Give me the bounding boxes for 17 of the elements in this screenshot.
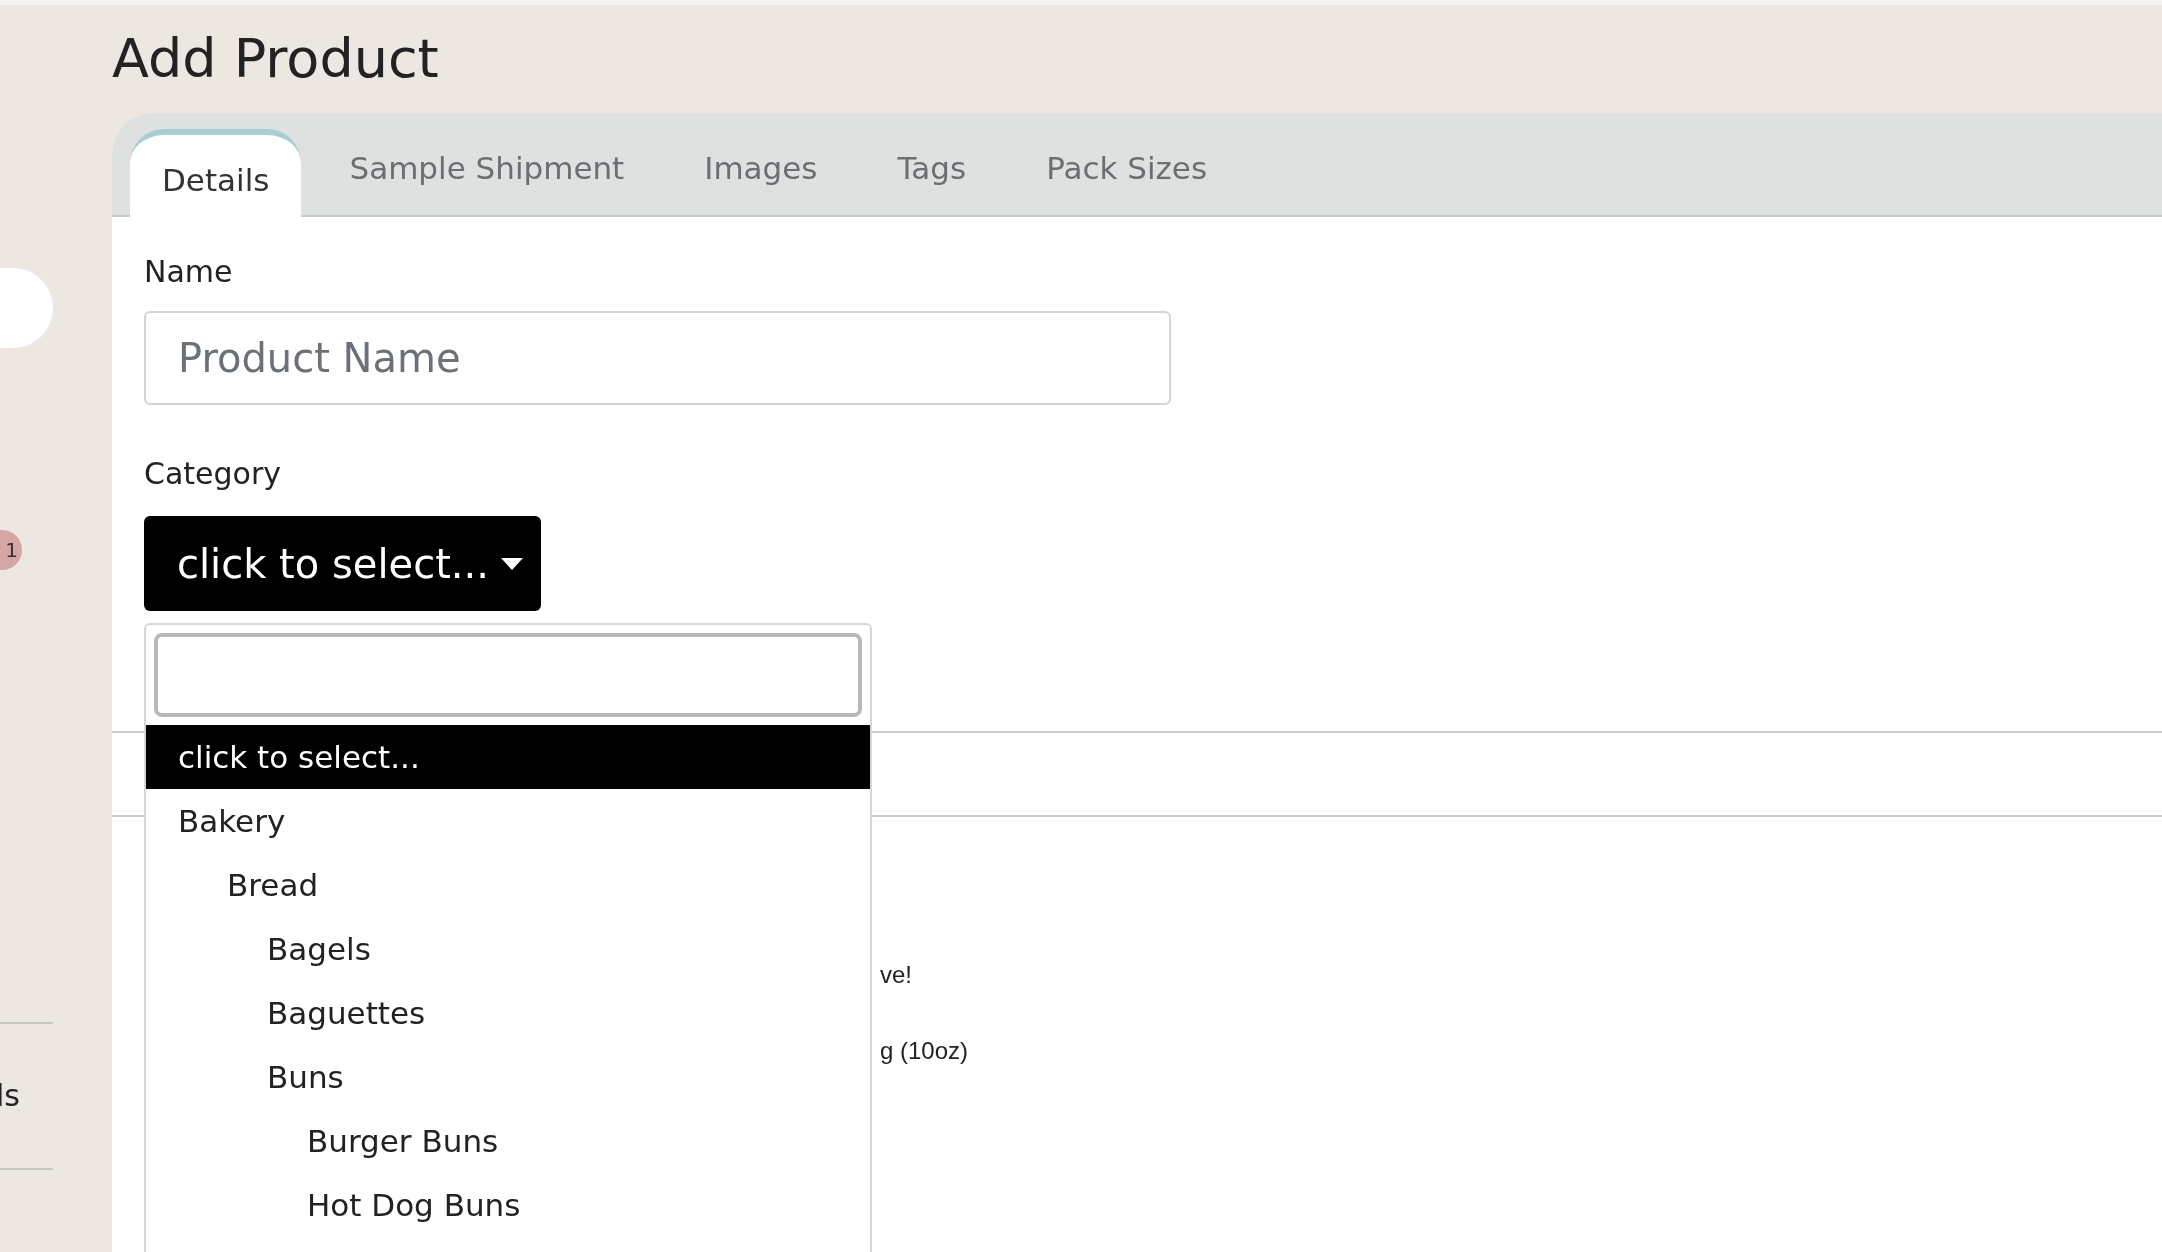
description-text: ve! (880, 960, 913, 990)
field-label: Category (144, 454, 283, 492)
description-text: g (10oz) (880, 1036, 970, 1066)
category-dropdown-button[interactable]: click to select... (144, 516, 541, 611)
sidebar-pill[interactable] (0, 268, 53, 348)
dropdown-option[interactable]: click to select... (146, 725, 870, 789)
dropdown-search-field[interactable] (154, 633, 862, 717)
name-input-field[interactable]: Product Name (144, 310, 1171, 405)
tab[interactable]: Sample Shipment (317, 127, 657, 215)
tab[interactable]: Images (672, 127, 850, 215)
tab[interactable]: Pack Sizes (1014, 127, 1240, 215)
notification-badge: 1 (0, 530, 22, 570)
field-label: Name (144, 253, 234, 291)
page-title: Add Product (112, 26, 440, 92)
caret-icon (500, 557, 523, 570)
tab[interactable]: Details (130, 129, 302, 217)
tab[interactable]: Tags (865, 127, 999, 215)
